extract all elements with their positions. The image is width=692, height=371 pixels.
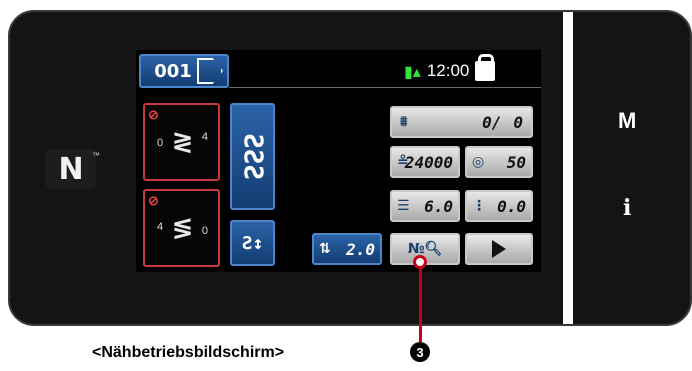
info-button[interactable]: i [623,195,631,221]
disabled-icon: ⊘ [148,107,159,122]
marker-to: 0 [201,225,208,237]
clock-time: 12:00 [426,61,470,80]
callout-marker [413,255,427,269]
disabled-icon: ⊘ [148,193,159,208]
stitch-length-icon: ☰ [397,198,410,214]
stitch-width-value: 0.0 [497,196,526,216]
marker-from: 4 [157,221,164,233]
stitch-shape-button[interactable]: Ƨ↕ [230,220,275,266]
stitch-length-button[interactable]: ☰ 6.0 [390,190,460,222]
reverse-stitch-end-button[interactable]: ⊘ 4 ≶ 0 [143,189,220,267]
tension-dial-icon: ◎ [472,154,485,170]
pattern-search-icon: №🔍︎ [407,241,443,257]
speed-value: 4000 [414,152,453,172]
figure-caption: <Nähbetriebsbildschirm> [92,344,285,361]
panel-divider [563,12,573,324]
callout-number: 3 [410,342,430,362]
counter-limit: 0 [513,112,523,132]
pitch-icon: ⇅ [319,241,331,257]
speed-prefix: 2 [404,152,415,172]
pattern-tag-icon [197,58,223,84]
reverse-stitch-start-button[interactable]: ⊘ 0 ≷ 4 [143,103,220,181]
stitch-shape-icon: Ƨ↕ [241,232,264,254]
lock-open-icon[interactable] [475,54,496,81]
marker-to: 4 [201,131,208,143]
zigzag-pattern-button[interactable]: ƧƧƧ [230,103,275,210]
callout-line [419,262,422,342]
menu-button[interactable]: M [618,108,636,134]
max-speed-button[interactable]: ≗ 2 4000 [390,146,460,178]
zigzag-pattern-icon: ƧƧƧ [237,133,268,180]
counter-value: 0/ [482,112,502,132]
thread-tension-button[interactable]: ◎ 50 [465,146,533,178]
pattern-number: 001 [154,60,192,82]
nfc-icon: N ™ [46,149,100,189]
play-icon [492,240,506,258]
stitch-width-button[interactable]: ⋮ 0.0 [465,190,533,222]
sewing-mode-play-button[interactable] [465,233,533,265]
touch-screen: 001 ▮▴ 12:00 ⊘ 0 ≷ 4 ⊘ 4 ≶ 0 ƧƧƧ Ƨ↕ ⩩ 0/… [136,50,541,272]
header-divider [229,87,541,88]
reverse-stitch-end-icon: ≶ [171,213,194,243]
bobbin-counter-button[interactable]: ⩩ 0/ 0 [390,106,533,138]
antenna-signal-icon: ▮▴ [404,61,421,81]
pitch-button[interactable]: ⇅ 2.0 [312,233,382,265]
bobbin-counter-icon: ⩩ [400,114,408,130]
pitch-value: 2.0 [346,239,375,259]
marker-from: 0 [157,137,164,149]
stitch-width-icon: ⋮ [472,198,486,214]
reverse-stitch-start-icon: ≷ [171,127,194,157]
tension-value: 50 [506,152,526,172]
pattern-number-button[interactable]: 001 [139,54,229,88]
status-bar: ▮▴ 12:00 [404,54,496,84]
stitch-length-value: 6.0 [424,196,453,216]
